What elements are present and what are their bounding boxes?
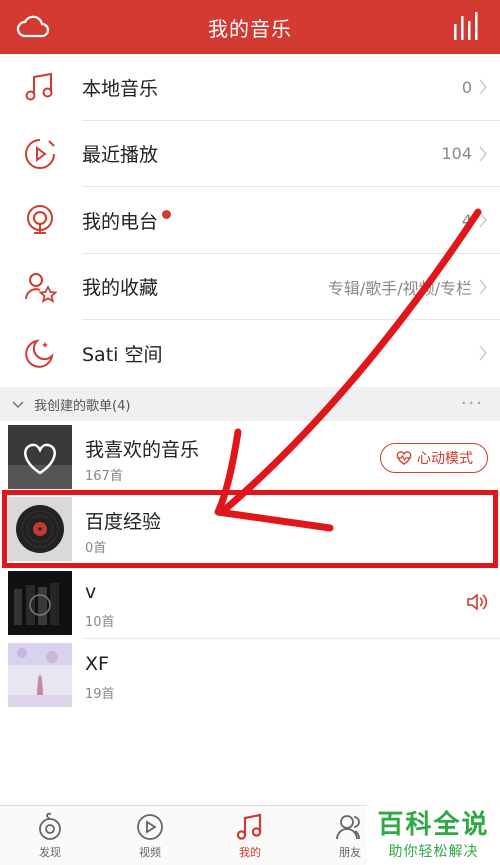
menu-item-local-music[interactable]: 本地音乐 0 — [0, 54, 500, 121]
playlist-item-v[interactable]: v 10首 — [0, 567, 500, 639]
menu-item-label: 最近播放 — [82, 144, 159, 167]
menu-item-count: 0 — [461, 77, 472, 97]
menu-item-my-favorites[interactable]: 我的收藏 专辑/歌手/视频/专栏 — [0, 254, 500, 320]
heart-mode-label: 心动模式 — [417, 451, 473, 467]
playlist-count: 19首 — [85, 687, 115, 702]
menu-item-label: 我的电台 — [82, 210, 159, 233]
tab-label: 发现 — [39, 846, 61, 859]
chevron-right-icon — [479, 279, 487, 294]
radio-icon — [22, 202, 58, 238]
tab-discover[interactable]: 发现 — [20, 812, 80, 865]
speaker-icon[interactable] — [466, 592, 488, 612]
heartbeat-icon — [396, 451, 412, 465]
discover-icon — [39, 812, 61, 840]
playlist-name: v — [85, 581, 97, 603]
playlist-list: 我喜欢的音乐 167首 心动模式 百度经验 0首 v 10首 XF 19首 — [0, 421, 500, 811]
menu-item-count: 104 — [441, 144, 472, 164]
chevron-right-icon — [479, 79, 487, 95]
cloud-icon[interactable] — [16, 12, 50, 42]
playlist-name: XF — [85, 653, 109, 675]
video-icon — [137, 814, 163, 840]
section-title: 我创建的歌单(4) — [34, 398, 131, 414]
playlist-cover — [8, 643, 72, 707]
menu-item-sati-space[interactable]: Sati 空间 — [0, 320, 500, 387]
watermark-title: 百科全说 — [377, 810, 490, 840]
unread-dot-badge — [162, 209, 172, 219]
created-playlists-header[interactable]: 我创建的歌单(4) ··· — [0, 387, 500, 421]
heart-mode-button[interactable]: 心动模式 — [380, 443, 488, 473]
chevron-right-icon — [479, 345, 487, 361]
tab-label: 我的 — [239, 846, 261, 859]
menu-item-recent-play[interactable]: 最近播放 104 — [0, 121, 500, 187]
watermark-logo: 百科全说 助你轻松解决 — [367, 800, 500, 865]
menu-item-subtitle: 专辑/歌手/视频/专栏 — [327, 278, 472, 298]
chevron-right-icon — [479, 212, 487, 228]
top-bar: 我的音乐 — [0, 0, 500, 54]
equalizer-bars-icon[interactable] — [452, 12, 482, 42]
watermark-slogan: 助你轻松解决 — [388, 844, 479, 860]
highlight-box — [2, 490, 498, 568]
favorite-star-icon — [22, 269, 58, 305]
playlist-name: 我喜欢的音乐 — [85, 439, 200, 461]
playlist-count: 10首 — [85, 615, 115, 630]
playlist-cover — [8, 571, 72, 635]
my-music-menu: 本地音乐 0 最近播放 104 我的电台 4 我的收藏 专辑/歌手/视频/专栏 — [0, 54, 500, 387]
menu-item-count: 4 — [461, 210, 472, 230]
more-options-icon[interactable]: ··· — [461, 393, 484, 414]
music-note-icon — [22, 69, 58, 105]
playlist-cover — [8, 425, 72, 489]
chevron-down-icon — [12, 401, 24, 409]
playlist-item-xf[interactable]: XF 19首 — [0, 639, 500, 711]
menu-item-my-radio[interactable]: 我的电台 4 — [0, 187, 500, 254]
chevron-right-icon — [479, 146, 487, 161]
menu-item-label: Sati 空间 — [82, 343, 163, 366]
playlist-item-liked[interactable]: 我喜欢的音乐 167首 心动模式 — [0, 421, 500, 493]
menu-item-label: 我的收藏 — [82, 277, 159, 300]
tab-label: 视频 — [139, 846, 161, 859]
menu-item-label: 本地音乐 — [82, 77, 159, 100]
tab-label: 朋友 — [339, 846, 361, 859]
my-music-icon — [236, 813, 262, 840]
tab-video[interactable]: 视频 — [120, 812, 180, 865]
tab-my-music[interactable]: 我的 — [220, 812, 280, 865]
moon-icon — [22, 335, 58, 371]
page-title: 我的音乐 — [208, 16, 292, 41]
recent-play-icon — [22, 136, 58, 172]
playlist-count: 167首 — [85, 469, 123, 484]
friends-icon — [336, 815, 360, 840]
